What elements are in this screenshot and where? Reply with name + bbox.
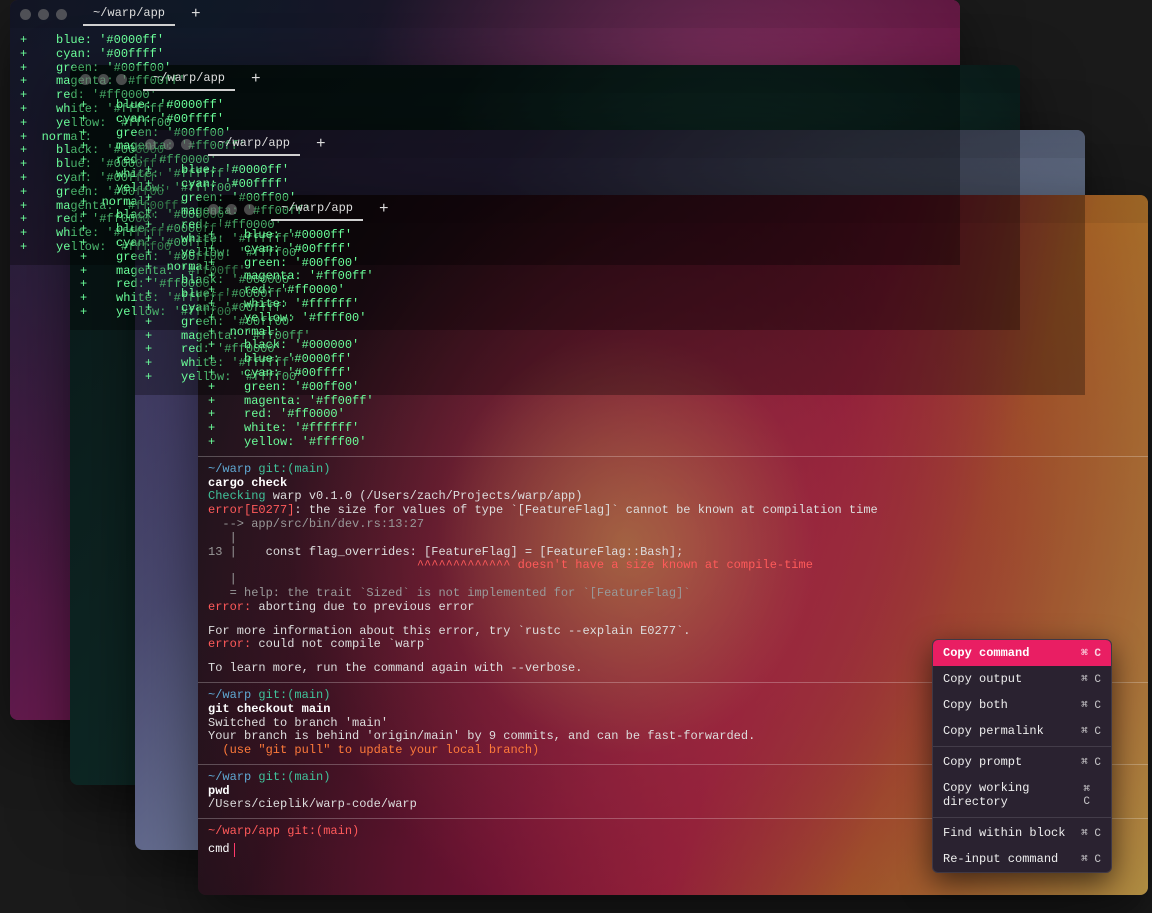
new-tab-button[interactable]: + — [245, 70, 267, 88]
menu-item-label: Copy working directory — [943, 781, 1083, 809]
menu-item-shortcut: ⌘ C — [1081, 646, 1101, 660]
context-menu-item[interactable]: Copy output ⌘ C — [933, 666, 1111, 692]
prompt-git: git:(main) — [287, 824, 359, 838]
output-line: --> app/src/bin/dev.rs:13:27 — [208, 518, 1138, 532]
prompt-git: git:(main) — [258, 462, 330, 476]
output-line: error: aborting due to previous error — [208, 601, 1138, 615]
prompt-git: git:(main) — [258, 770, 330, 784]
menu-separator — [933, 746, 1111, 747]
context-menu-item[interactable]: Copy command ⌘ C — [933, 640, 1111, 666]
menu-item-label: Copy both — [943, 698, 1008, 712]
menu-item-shortcut: ⌘ C — [1081, 826, 1101, 840]
block-divider — [198, 456, 1148, 457]
titlebar: ~/warp/app + — [198, 195, 1148, 223]
context-menu-item[interactable]: Re-input command ⌘ C — [933, 846, 1111, 872]
menu-item-label: Copy output — [943, 672, 1022, 686]
tab[interactable]: ~/warp/app — [143, 67, 235, 91]
menu-item-label: Copy command — [943, 646, 1029, 660]
output-line: error[E0277]: the size for values of typ… — [208, 504, 1138, 518]
output-line: = help: the trait `Sized` is not impleme… — [208, 587, 1138, 601]
cursor-icon — [234, 843, 235, 857]
menu-item-shortcut: ⌘ C — [1081, 724, 1101, 738]
titlebar: ~/warp/app + — [70, 65, 1020, 93]
output-line: 13 | const flag_overrides: [FeatureFlag]… — [208, 546, 1138, 560]
titlebar: ~/warp/app + — [10, 0, 960, 28]
color-diff-lines: + blue: '#0000ff'+ cyan: '#00ffff'+ gree… — [208, 229, 1138, 450]
context-menu-item[interactable]: Find within block ⌘ C — [933, 820, 1111, 846]
traffic-lights[interactable] — [208, 204, 255, 215]
tab[interactable]: ~/warp/app — [83, 2, 175, 26]
context-menu-item[interactable]: Copy permalink ⌘ C — [933, 718, 1111, 744]
traffic-lights[interactable] — [145, 139, 192, 150]
menu-item-label: Find within block — [943, 826, 1065, 840]
tab[interactable]: ~/warp/app — [208, 132, 300, 156]
menu-item-shortcut: ⌘ C — [1083, 782, 1101, 808]
traffic-lights[interactable] — [20, 9, 67, 20]
titlebar: ~/warp/app + — [135, 130, 1085, 158]
output-line: Checking warp v0.1.0 (/Users/zach/Projec… — [208, 490, 1138, 504]
prompt-path: ~/warp — [208, 688, 251, 702]
new-tab-button[interactable]: + — [373, 200, 395, 218]
tab[interactable]: ~/warp/app — [271, 197, 363, 221]
command: cargo check — [208, 477, 1138, 491]
prompt-path: ~/warp — [208, 770, 251, 784]
output-line: For more information about this error, t… — [208, 625, 1138, 639]
menu-item-shortcut: ⌘ C — [1081, 852, 1101, 866]
cmd-label: cmd — [208, 843, 230, 857]
menu-item-shortcut: ⌘ C — [1081, 672, 1101, 686]
prompt: ~/warp git:(main) — [208, 463, 1138, 477]
menu-item-label: Copy permalink — [943, 724, 1044, 738]
menu-item-shortcut: ⌘ C — [1081, 755, 1101, 769]
context-menu: Copy command ⌘ C Copy output ⌘ C Copy bo… — [932, 639, 1112, 873]
context-menu-item[interactable]: Copy working directory ⌘ C — [933, 775, 1111, 815]
menu-item-label: Copy prompt — [943, 755, 1022, 769]
new-tab-button[interactable]: + — [310, 135, 332, 153]
prompt-git: git:(main) — [258, 688, 330, 702]
context-menu-item[interactable]: Copy both ⌘ C — [933, 692, 1111, 718]
menu-item-label: Re-input command — [943, 852, 1058, 866]
context-menu-item[interactable]: Copy prompt ⌘ C — [933, 749, 1111, 775]
output-line: | — [208, 532, 1138, 546]
menu-item-shortcut: ⌘ C — [1081, 698, 1101, 712]
prompt-path: ~/warp — [208, 462, 251, 476]
new-tab-button[interactable]: + — [185, 5, 207, 23]
menu-separator — [933, 817, 1111, 818]
output-line: ^^^^^^^^^^^^^ doesn't have a size known … — [208, 559, 1138, 573]
traffic-lights[interactable] — [80, 74, 127, 85]
prompt-path: ~/warp/app — [208, 824, 280, 838]
output-line: | — [208, 573, 1138, 587]
